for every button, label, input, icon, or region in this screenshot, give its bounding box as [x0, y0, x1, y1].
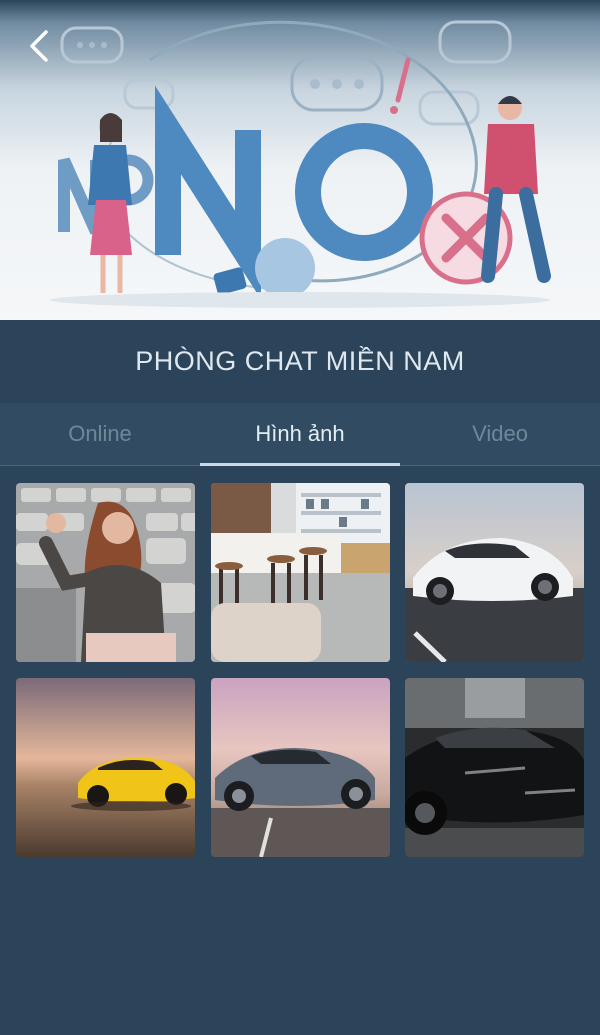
- photo-cafe-interior: [211, 483, 390, 662]
- room-title-bar: PHÒNG CHAT MIỀN NAM: [0, 320, 600, 403]
- banner-illustration: [50, 20, 551, 308]
- gallery-image-woman[interactable]: [16, 483, 195, 662]
- page-title: PHÒNG CHAT MIỀN NAM: [135, 346, 465, 376]
- photo-woman-stadium: [16, 483, 195, 662]
- gallery-image-black-car[interactable]: [405, 678, 584, 857]
- back-button[interactable]: [22, 24, 62, 68]
- gallery-image-cafe[interactable]: [211, 483, 390, 662]
- gallery-image-yellow-car[interactable]: [16, 678, 195, 857]
- header-banner: [0, 0, 600, 320]
- chevron-left-icon: [30, 30, 48, 62]
- photo-black-sports-car: [405, 678, 584, 857]
- gallery-image-grey-car[interactable]: [211, 678, 390, 857]
- photo-white-sports-car: [405, 483, 584, 662]
- gallery-image-white-car[interactable]: [405, 483, 584, 662]
- photo-grey-sports-car: [211, 678, 390, 857]
- tab-images[interactable]: Hình ảnh: [200, 403, 400, 466]
- photo-yellow-sports-car: [16, 678, 195, 857]
- tab-video[interactable]: Video: [400, 403, 600, 465]
- tab-bar: Online Hình ảnh Video: [0, 403, 600, 466]
- tab-online[interactable]: Online: [0, 403, 200, 465]
